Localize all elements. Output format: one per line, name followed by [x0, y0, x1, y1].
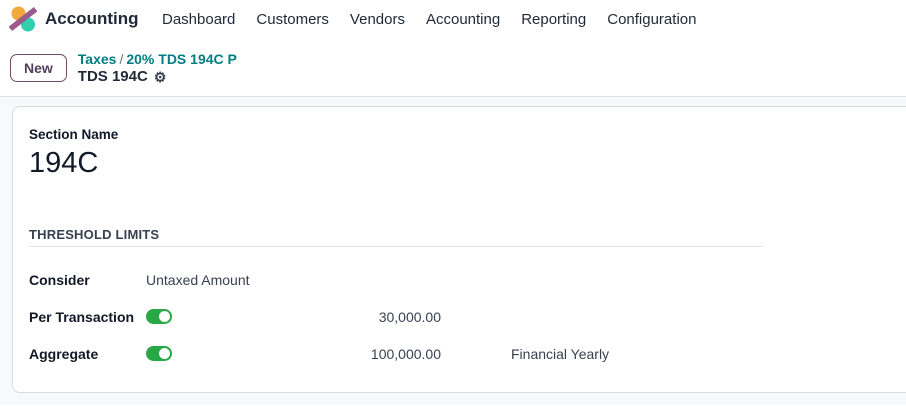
per-transaction-amount-field[interactable]: 30,000.00	[172, 309, 441, 325]
breadcrumb-current-record: TDS 194C	[78, 69, 148, 84]
aggregate-row: Aggregate 100,000.00 Financial Yearly	[29, 342, 906, 365]
menu-item-accounting[interactable]: Accounting	[415, 11, 510, 28]
aggregate-label: Aggregate	[29, 346, 146, 362]
menu-item-dashboard[interactable]: Dashboard	[152, 11, 246, 28]
menu-item-configuration[interactable]: Configuration	[597, 11, 707, 28]
aggregate-amount-field[interactable]: 100,000.00	[172, 346, 441, 362]
threshold-fields: Consider Untaxed Amount Per Transaction …	[29, 268, 906, 365]
section-name-label: Section Name	[29, 126, 906, 143]
consider-field[interactable]: Untaxed Amount	[146, 272, 250, 288]
form-view-background: Section Name 194C THRESHOLD LIMITS Consi…	[0, 97, 906, 405]
aggregate-toggle[interactable]	[146, 346, 172, 361]
main-menu: Dashboard Customers Vendors Accounting R…	[152, 11, 707, 28]
new-button[interactable]: New	[10, 54, 67, 82]
breadcrumb-taxes-link[interactable]: Taxes	[78, 51, 117, 67]
gear-icon[interactable]: ⚙	[154, 70, 167, 84]
breadcrumb: Taxes/20% TDS 194C P TDS 194C ⚙	[78, 52, 237, 84]
breadcrumb-separator: /	[116, 51, 126, 67]
per-transaction-toggle[interactable]	[146, 309, 172, 324]
consider-label: Consider	[29, 272, 146, 288]
per-transaction-label: Per Transaction	[29, 309, 146, 325]
threshold-limits-heading: THRESHOLD LIMITS	[29, 227, 763, 247]
menu-item-vendors[interactable]: Vendors	[339, 11, 415, 28]
form-sheet: Section Name 194C THRESHOLD LIMITS Consi…	[12, 106, 906, 393]
aggregate-period-field[interactable]: Financial Yearly	[511, 346, 609, 362]
section-name-field[interactable]: 194C	[29, 145, 906, 181]
menu-item-customers[interactable]: Customers	[246, 11, 340, 28]
per-transaction-row: Per Transaction 30,000.00	[29, 305, 906, 328]
app-title[interactable]: Accounting	[45, 9, 139, 29]
control-panel: New Taxes/20% TDS 194C P TDS 194C ⚙	[0, 38, 906, 97]
consider-row: Consider Untaxed Amount	[29, 268, 906, 291]
odoo-accounting-logo-icon[interactable]	[9, 5, 37, 33]
top-navbar: Accounting Dashboard Customers Vendors A…	[0, 0, 906, 38]
breadcrumb-parent-link[interactable]: 20% TDS 194C P	[126, 51, 237, 67]
menu-item-reporting[interactable]: Reporting	[511, 11, 597, 28]
